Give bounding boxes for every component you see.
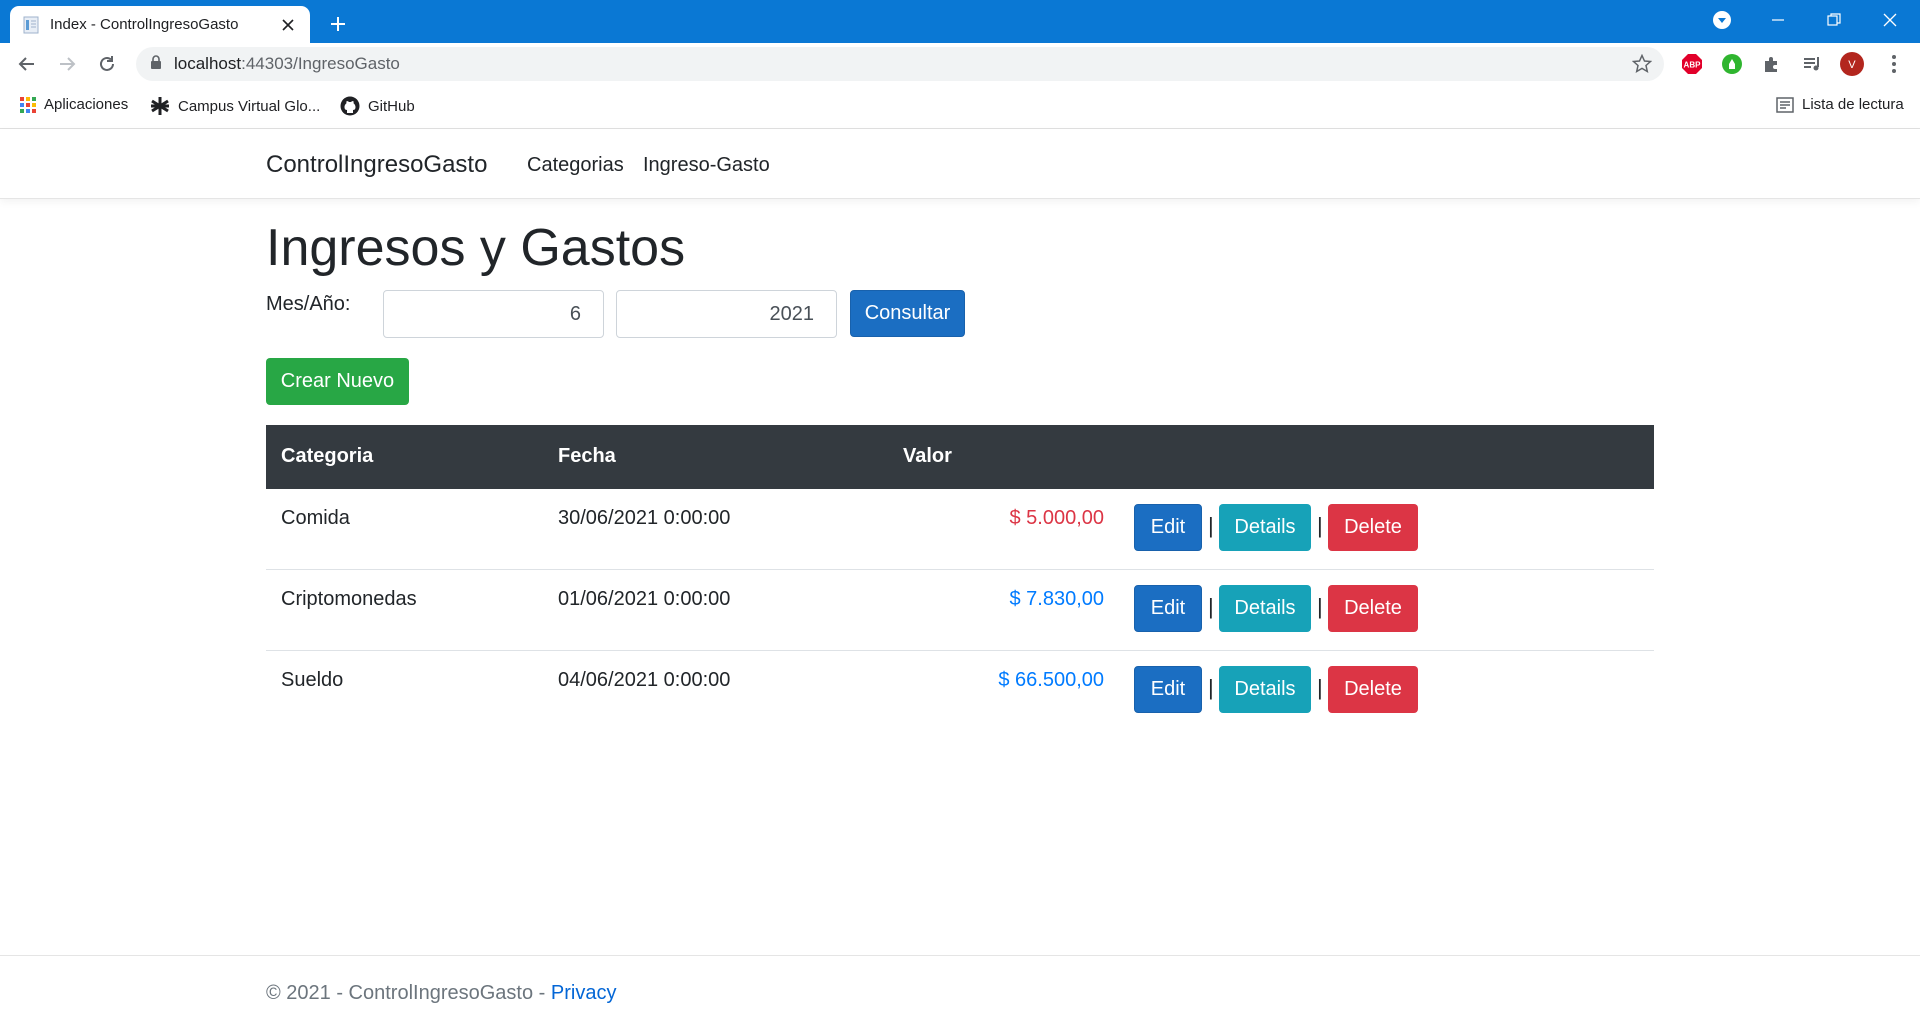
action-separator: |: [1317, 594, 1323, 619]
apps-grid-icon: [20, 96, 36, 113]
edit-button[interactable]: Edit: [1134, 666, 1202, 713]
cell-valor: $ 7.830,00: [1009, 588, 1104, 610]
edit-button[interactable]: Edit: [1134, 504, 1202, 551]
details-button[interactable]: Details: [1219, 504, 1311, 551]
action-separator: |: [1208, 675, 1214, 700]
details-button[interactable]: Details: [1219, 666, 1311, 713]
restore-icon[interactable]: [1806, 0, 1862, 40]
delete-button[interactable]: Delete: [1328, 585, 1418, 632]
reload-icon[interactable]: [92, 49, 122, 79]
site-footer: © 2021 - ControlIngresoGasto - Privacy: [0, 955, 1920, 1026]
cell-categoria: Comida: [281, 507, 350, 529]
cell-fecha: 30/06/2021 0:00:00: [558, 507, 731, 529]
reading-list[interactable]: Lista de lectura: [1776, 96, 1904, 113]
browser-titlebar: Index - ControlIngresoGasto: [0, 0, 1920, 43]
bookmark-star-icon[interactable]: [1631, 53, 1653, 79]
cell-valor: $ 5.000,00: [1009, 507, 1104, 529]
column-header-categoria: Categoria: [281, 445, 374, 467]
adblock-icon[interactable]: ABP: [1680, 52, 1704, 76]
reading-list-label: Lista de lectura: [1802, 96, 1904, 113]
month-input[interactable]: 6: [383, 290, 604, 338]
tab-title: Index - ControlIngresoGasto: [50, 16, 239, 33]
extensions-puzzle-icon[interactable]: [1760, 52, 1784, 76]
action-separator: |: [1317, 513, 1323, 538]
table-row: Criptomonedas 01/06/2021 0:00:00 $ 7.830…: [266, 570, 1654, 651]
bookmark-label: Aplicaciones: [44, 96, 129, 113]
cell-fecha: 01/06/2021 0:00:00: [558, 588, 731, 610]
cell-categoria: Sueldo: [281, 669, 344, 691]
consultar-button[interactable]: Consultar: [850, 290, 965, 337]
nav-link-ingreso-gasto[interactable]: Ingreso-Gasto: [643, 154, 770, 177]
url-path: :44303/IngresoGasto: [241, 54, 400, 73]
column-header-fecha: Fecha: [558, 445, 616, 467]
media-control-icon[interactable]: [1694, 0, 1750, 40]
filter-label: Mes/Año:: [266, 293, 351, 315]
reading-list-icon: [1776, 96, 1794, 113]
profile-avatar[interactable]: V: [1840, 52, 1864, 76]
browser-menu-icon[interactable]: [1882, 52, 1906, 76]
site-navbar: ControlIngresoGasto Categorias Ingreso-G…: [0, 129, 1920, 199]
action-separator: |: [1208, 594, 1214, 619]
tab-close-icon[interactable]: [278, 15, 298, 35]
bookmark-apps[interactable]: Aplicaciones: [20, 96, 128, 113]
github-icon: [340, 96, 360, 116]
footer-copyright: © 2021 - ControlIngresoGasto -: [266, 982, 551, 1004]
cell-fecha: 04/06/2021 0:00:00: [558, 669, 731, 691]
delete-button[interactable]: Delete: [1328, 504, 1418, 551]
forward-icon[interactable]: [52, 49, 82, 79]
back-icon[interactable]: [12, 49, 42, 79]
nav-link-categorias[interactable]: Categorias: [527, 154, 624, 177]
cell-valor: $ 66.500,00: [998, 669, 1104, 691]
browser-tab[interactable]: Index - ControlIngresoGasto: [10, 6, 310, 43]
profile-initial: V: [1848, 59, 1856, 71]
action-separator: |: [1317, 675, 1323, 700]
table-header: Categoria Fecha Valor: [266, 425, 1654, 489]
green-extension-icon[interactable]: [1720, 52, 1744, 76]
bookmark-label: GitHub: [368, 97, 415, 115]
page-favicon-icon: [22, 16, 40, 34]
bookmark-label: Campus Virtual Glo...: [178, 97, 321, 115]
footer-text: © 2021 - ControlIngresoGasto - Privacy: [266, 982, 616, 1005]
new-tab-icon[interactable]: [324, 10, 352, 38]
delete-button[interactable]: Delete: [1328, 666, 1418, 713]
details-button[interactable]: Details: [1219, 585, 1311, 632]
minimize-icon[interactable]: [1750, 0, 1806, 40]
table-row: Sueldo 04/06/2021 0:00:00 $ 66.500,00 Ed…: [266, 651, 1654, 732]
crear-nuevo-button[interactable]: Crear Nuevo: [266, 358, 409, 405]
close-window-icon[interactable]: [1862, 0, 1918, 40]
adblock-label: ABP: [1684, 61, 1702, 70]
browser-toolbar: localhost:44303/IngresoGasto ABP V: [0, 43, 1920, 84]
bookmarks-bar: Aplicaciones Campus Virtual Glo... GitHu…: [0, 84, 1920, 129]
year-input[interactable]: 2021: [616, 290, 837, 338]
campus-logo-icon: [150, 96, 170, 116]
url-host: localhost: [174, 54, 242, 73]
site-brand[interactable]: ControlIngresoGasto: [266, 151, 487, 179]
lock-icon: [150, 54, 162, 74]
media-playlist-icon[interactable]: [1800, 52, 1824, 76]
bookmark-campus-virtual[interactable]: Campus Virtual Glo...: [150, 96, 320, 116]
action-separator: |: [1208, 513, 1214, 538]
privacy-link[interactable]: Privacy: [551, 982, 617, 1004]
address-bar[interactable]: localhost:44303/IngresoGasto: [136, 47, 1664, 81]
column-header-valor: Valor: [903, 445, 952, 467]
page-title: Ingresos y Gastos: [266, 219, 686, 277]
bookmark-github[interactable]: GitHub: [340, 96, 415, 116]
cell-categoria: Criptomonedas: [281, 588, 417, 610]
table-row: Comida 30/06/2021 0:00:00 $ 5.000,00 Edi…: [266, 489, 1654, 570]
edit-button[interactable]: Edit: [1134, 585, 1202, 632]
